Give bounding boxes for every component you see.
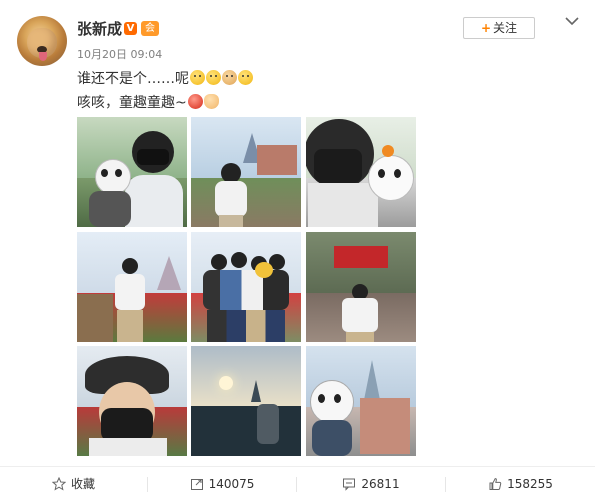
photo-standing-at-castle[interactable]: [191, 117, 301, 227]
comment-count: 26811: [361, 477, 400, 491]
photo-group-photo[interactable]: [191, 232, 301, 342]
favorite-label: 收藏: [70, 477, 95, 491]
follow-button[interactable]: + 关注: [463, 17, 535, 39]
action-bar: 收藏 140075 26811 158255: [0, 466, 595, 501]
avatar[interactable]: [17, 16, 67, 66]
user-name[interactable]: 张新成: [77, 18, 122, 39]
marvel-sign: [334, 246, 388, 268]
comment-button[interactable]: 26811: [297, 467, 445, 501]
post-text-line-1: 谁还不是个……呢: [77, 68, 253, 88]
photo-castle-sunset[interactable]: [191, 346, 301, 456]
like-count: 158255: [507, 477, 553, 491]
victory-hand-emoji: [203, 94, 219, 109]
red-bird-emoji: [187, 94, 203, 109]
post-timestamp[interactable]: 10月20日 09:04: [77, 46, 162, 62]
star-icon: [51, 476, 67, 491]
like-button[interactable]: 158255: [446, 467, 595, 501]
proud-face-emoji: [190, 70, 205, 85]
repost-icon: [190, 479, 203, 490]
thumbs-up-icon: [489, 478, 502, 490]
photo-selfie-with-jack-plush[interactable]: [77, 117, 187, 227]
plus-icon: +: [480, 21, 492, 35]
photo-marvel-entrance[interactable]: [306, 232, 416, 342]
monkey-emoji: [222, 70, 237, 85]
post-text-line-2: 咳咳，童趣童趣~: [77, 92, 219, 112]
photo-bucket-hat-selfie[interactable]: [77, 346, 187, 456]
smirk-face-emoji: [206, 70, 221, 85]
post-text-2: 咳咳，童趣童趣~: [77, 95, 187, 111]
comment-icon: [343, 478, 356, 491]
post-text-1: 谁还不是个……呢: [77, 71, 189, 87]
photo-closeup-with-plush[interactable]: [306, 117, 416, 227]
photo-park-flowerbed[interactable]: [77, 232, 187, 342]
photo-plush-and-castle[interactable]: [306, 346, 416, 456]
thinking-emoji: [238, 70, 253, 85]
verified-badge-icon: V: [124, 22, 137, 35]
repost-button[interactable]: 140075: [148, 467, 296, 501]
follow-label: 关注: [493, 21, 518, 35]
repost-count: 140075: [208, 477, 255, 491]
favorite-button[interactable]: 收藏: [0, 467, 147, 501]
vip-badge-icon: 会: [141, 21, 159, 36]
avatar-dog-tongue: [39, 52, 47, 61]
chevron-down-icon[interactable]: [565, 16, 579, 26]
